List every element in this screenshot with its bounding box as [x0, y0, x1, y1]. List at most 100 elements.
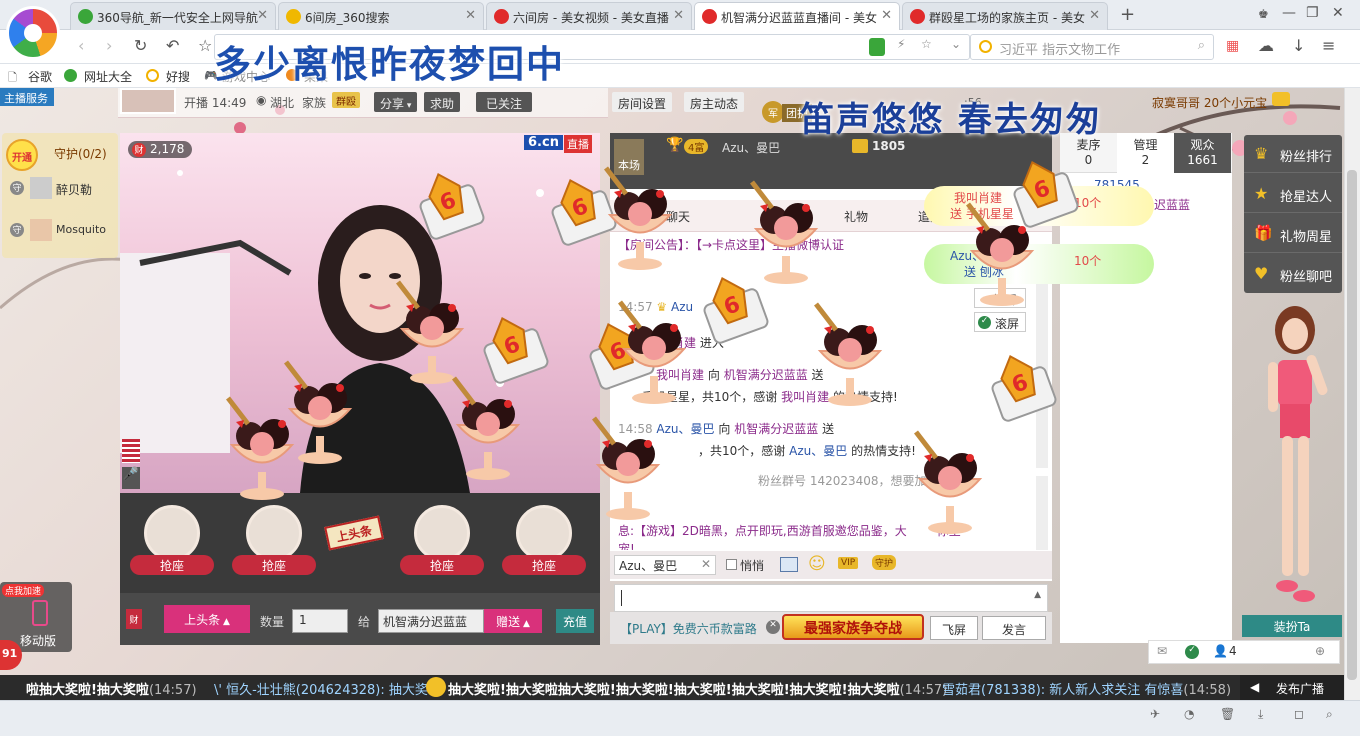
close-icon[interactable]: ✕ — [257, 8, 268, 23]
headline-button[interactable]: 上头条 ▲ — [164, 605, 250, 633]
fans-chat-item[interactable]: ♥ 粉丝聊吧 — [1244, 255, 1342, 293]
vip-icon[interactable]: VIP — [838, 557, 859, 569]
star-icon[interactable]: ☆ — [921, 37, 932, 51]
dress-up-button[interactable]: 装扮Ta — [1242, 615, 1342, 637]
tab-live-room[interactable]: 机智满分迟蓝蓝直播间 - 美女 ✕ — [694, 2, 900, 30]
tab-chat[interactable]: 聊天 — [666, 208, 690, 225]
seat[interactable]: 抢座 — [502, 505, 586, 577]
apps-icon[interactable]: ▦ — [1226, 38, 1239, 54]
tab-360-search[interactable]: 6间房_360搜索 ✕ — [278, 2, 484, 30]
chat-input[interactable]: ▲ — [614, 584, 1048, 612]
tab-6rooms-home[interactable]: 六间房 - 美女视频 - 美女直播 ✕ — [486, 2, 692, 30]
open-guard-button[interactable]: 开通 — [6, 139, 38, 171]
share-button[interactable]: 分享 ▾ — [374, 92, 418, 112]
guard-member[interactable]: 守 醉贝勒 — [10, 175, 114, 205]
tab-family-page[interactable]: 群殴星工场的家族主页 - 美女 ✕ — [902, 2, 1108, 30]
video-player[interactable]: 财 2,178 6.cn 直播 🎤 — [120, 133, 600, 493]
family-badge[interactable]: 群殴 — [332, 92, 360, 108]
accelerate-badge[interactable]: 点我加速 — [2, 584, 45, 597]
chat-scrollbar[interactable] — [1036, 278, 1048, 468]
fans-ranking-item[interactable]: ♛ 粉丝排行 — [1244, 135, 1342, 173]
close-window-icon[interactable]: ✕ — [1332, 5, 1344, 21]
close-icon[interactable]: ✕ — [701, 557, 711, 571]
pin-icon[interactable]: ✈ — [1150, 707, 1160, 721]
undo-icon[interactable]: ↶ — [166, 36, 179, 55]
seat[interactable]: 抢座 — [232, 505, 316, 577]
chat-target-select[interactable]: Azu、曼巴 ✕ — [614, 555, 716, 575]
guard-member[interactable]: 守 Mosquito — [10, 217, 114, 247]
bookmark-google[interactable]: 谷歌 — [28, 68, 52, 85]
seat[interactable]: 抢座 — [130, 505, 214, 577]
window-icon[interactable]: ◻ — [1294, 707, 1304, 721]
forward-icon[interactable]: › — [106, 36, 112, 55]
system-scrollbar[interactable] — [1036, 476, 1048, 550]
close-icon[interactable]: ✕ — [465, 8, 476, 23]
close-icon[interactable]: ✕ — [673, 8, 684, 23]
favorite-star-icon[interactable]: ☆ — [198, 36, 212, 55]
close-icon[interactable]: ✕ — [766, 620, 780, 634]
chevron-down-icon[interactable]: ⌄ — [951, 37, 961, 51]
fly-screen-button[interactable]: 飞屏 — [930, 616, 978, 640]
zoom-icon[interactable]: ⌕ — [1326, 707, 1333, 722]
room-settings-button[interactable]: 房间设置 — [612, 92, 673, 112]
ticker-item[interactable]: 雪茹君(781338): 新人新人求关注 有惊喜(14:58) — [942, 679, 1231, 698]
grab-seat-button[interactable]: 抢座 — [232, 555, 316, 575]
new-tab-button[interactable]: + — [1120, 4, 1135, 25]
expand-icon[interactable]: ▲ — [1034, 590, 1041, 600]
followed-button[interactable]: 已关注 — [476, 92, 533, 112]
check-icon[interactable]: ✓ — [1185, 645, 1199, 659]
microphone-icon[interactable]: 🎤 — [122, 467, 140, 489]
image-icon[interactable] — [780, 557, 798, 572]
tab-gifts[interactable]: 礼物 — [844, 208, 868, 225]
give-gift-button[interactable]: 赠送 ▲ — [484, 609, 542, 633]
quantity-input[interactable]: 1 — [292, 609, 348, 633]
recharge-button[interactable]: 充值 — [556, 609, 594, 633]
weekly-gift-star-item[interactable]: 🎁 礼物周星 — [1244, 215, 1342, 253]
guard-emoji-icon[interactable]: 守护 — [872, 555, 897, 570]
star-grabber-item[interactable]: ★ 抢星达人 — [1244, 175, 1342, 213]
anchor-avatar[interactable] — [120, 88, 176, 114]
download-icon[interactable]: ↓ — [1292, 36, 1305, 55]
corner-tag[interactable]: 主播服务 — [0, 88, 54, 106]
bookmark-nav[interactable]: 网址大全 — [84, 68, 132, 85]
user-name[interactable]: 迟蓝蓝 — [1154, 196, 1190, 213]
close-icon[interactable]: ✕ — [1089, 8, 1100, 23]
seat[interactable]: 抢座 — [400, 505, 484, 577]
scroll-screen-button[interactable]: ✓ 滚屏 — [974, 312, 1026, 332]
bookmark-haosou[interactable]: 好搜 — [166, 68, 190, 85]
zoom-icon[interactable]: ⊕ — [1315, 644, 1325, 658]
cloud-icon[interactable]: ☁ — [1258, 36, 1274, 55]
shield-icon[interactable] — [869, 38, 885, 56]
rank-user[interactable]: Azu、曼巴 — [722, 139, 780, 156]
family-battle-banner[interactable]: 最强家族争夺战 — [782, 614, 924, 640]
lightning-icon[interactable]: ⚡ — [897, 37, 905, 51]
browser-logo[interactable] — [6, 6, 60, 60]
download-manager-icon[interactable]: ⤓ — [1258, 707, 1263, 722]
trash-icon[interactable]: 🗑 — [1220, 707, 1235, 721]
search-input[interactable]: 习近平 指示文物工作 ⌕ — [970, 34, 1214, 60]
promo-link[interactable]: 【PLAY】免费六币款富路 — [620, 620, 757, 637]
ticker-item[interactable]: \' 恒久-壮壮熊(204624328): 抽大奖啦 — [214, 679, 441, 698]
whisper-checkbox[interactable] — [726, 559, 737, 570]
red-packet-icon[interactable]: 财 — [126, 609, 142, 629]
search-icon[interactable]: ⌕ — [1198, 38, 1205, 53]
maximize-icon[interactable]: ❐ — [1306, 5, 1319, 21]
speed-icon[interactable]: ◔ — [1184, 707, 1194, 721]
gift-list-icon[interactable] — [122, 439, 140, 463]
menu-icon[interactable]: ≡ — [1322, 36, 1335, 55]
back-icon[interactable]: ‹ — [78, 36, 84, 55]
page-scrollbar-thumb[interactable] — [1347, 170, 1357, 680]
emoji-icon[interactable]: ☺ — [808, 554, 826, 574]
tab-360-navigation[interactable]: 360导航_新一代安全上网导航 ✕ — [70, 2, 276, 30]
skin-icon[interactable]: ♚ — [1258, 7, 1269, 21]
avatar-figure[interactable] — [1250, 300, 1340, 612]
owner-news-button[interactable]: 房主动态 — [684, 92, 745, 112]
grab-seat-button[interactable]: 抢座 — [502, 555, 586, 575]
send-button[interactable]: 发言 — [982, 616, 1046, 640]
user-icon[interactable]: 👤 — [1213, 644, 1228, 658]
help-button[interactable]: 求助 — [424, 92, 461, 112]
mail-icon[interactable]: ✉ — [1157, 644, 1167, 658]
ticker-item[interactable]: 啦抽大奖啦!抽大奖啦(14:57) — [26, 679, 197, 698]
ticker-item[interactable]: 抽大奖啦!抽大奖啦抽大奖啦!抽大奖啦!抽大奖啦!抽大奖啦!抽大奖啦!抽大奖啦(1… — [448, 679, 947, 698]
grab-seat-button[interactable]: 抢座 — [130, 555, 214, 575]
